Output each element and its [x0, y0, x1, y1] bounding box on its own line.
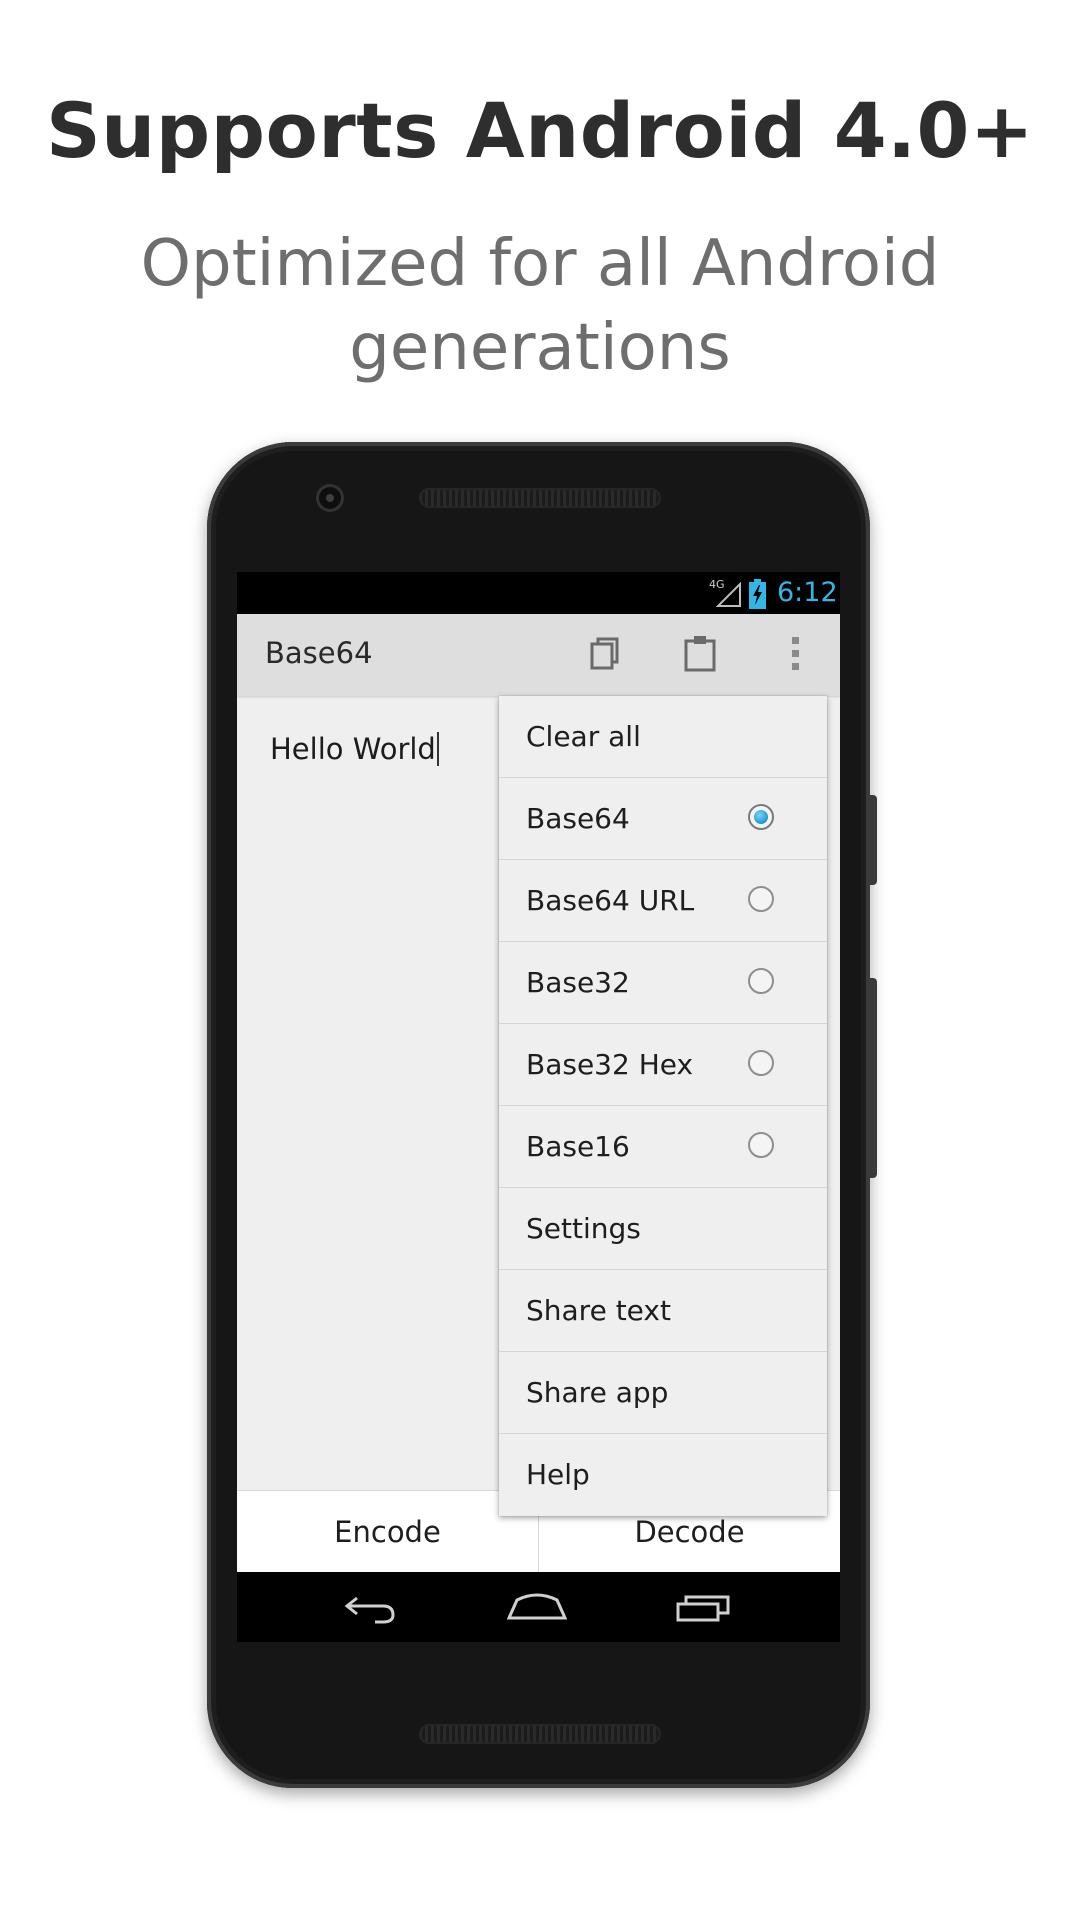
- overflow-menu: Clear all Base64 Base64 URL Base32 Base3…: [499, 696, 827, 1516]
- radio-unchecked-icon[interactable]: [748, 968, 774, 994]
- headline: Supports Android 4.0+: [45, 86, 1035, 175]
- battery-charging-icon: [749, 579, 766, 609]
- menu-item-label: Base32: [526, 966, 630, 999]
- text-cursor: [436, 732, 439, 766]
- back-icon[interactable]: [339, 1586, 399, 1628]
- text-input-value: Hello World: [270, 732, 436, 766]
- menu-item-label: Share text: [526, 1294, 671, 1327]
- bottom-speaker: [419, 1724, 661, 1744]
- status-bar: 4G 6:12: [237, 572, 840, 614]
- menu-item-base16[interactable]: Base16: [499, 1106, 827, 1188]
- signal-icon: [716, 582, 741, 607]
- app-title: Base64: [265, 636, 373, 670]
- menu-item-label: Base16: [526, 1130, 630, 1163]
- radio-unchecked-icon[interactable]: [748, 1132, 774, 1158]
- power-button: [868, 795, 877, 885]
- text-input[interactable]: Hello World: [270, 732, 439, 766]
- menu-item-share-text[interactable]: Share text: [499, 1270, 827, 1352]
- overflow-menu-icon[interactable]: [773, 632, 817, 676]
- menu-item-base64-url[interactable]: Base64 URL: [499, 860, 827, 942]
- menu-item-label: Help: [526, 1458, 590, 1491]
- volume-button: [868, 978, 877, 1178]
- menu-item-label: Base32 Hex: [526, 1048, 694, 1081]
- radio-checked-icon[interactable]: [748, 804, 774, 830]
- menu-item-base32-hex[interactable]: Base32 Hex: [499, 1024, 827, 1106]
- recents-icon[interactable]: [674, 1586, 734, 1628]
- menu-item-label: Base64 URL: [526, 884, 695, 917]
- menu-item-share-app[interactable]: Share app: [499, 1352, 827, 1434]
- radio-unchecked-icon[interactable]: [748, 886, 774, 912]
- encode-button[interactable]: Encode: [237, 1491, 538, 1573]
- menu-item-label: Clear all: [526, 720, 641, 753]
- menu-item-settings[interactable]: Settings: [499, 1188, 827, 1270]
- home-icon[interactable]: [507, 1586, 567, 1628]
- menu-item-help[interactable]: Help: [499, 1434, 827, 1516]
- copy-icon[interactable]: [583, 632, 627, 676]
- subheadline: Optimized for all Android generations: [140, 227, 940, 385]
- phone-screen: 4G 6:12 Base64 Hello World Encode Decode…: [237, 572, 840, 1642]
- action-bar: Base64: [237, 614, 840, 696]
- navigation-bar: [237, 1572, 840, 1642]
- menu-item-clear-all[interactable]: Clear all: [499, 696, 827, 778]
- menu-item-label: Base64: [526, 802, 630, 835]
- front-camera: [319, 487, 341, 509]
- status-clock: 6:12: [777, 577, 838, 608]
- paste-icon[interactable]: [678, 632, 722, 676]
- radio-unchecked-icon[interactable]: [748, 1050, 774, 1076]
- menu-item-base32[interactable]: Base32: [499, 942, 827, 1024]
- menu-item-base64[interactable]: Base64: [499, 778, 827, 860]
- menu-item-label: Share app: [526, 1376, 669, 1409]
- top-speaker: [419, 488, 661, 508]
- menu-item-label: Settings: [526, 1212, 641, 1245]
